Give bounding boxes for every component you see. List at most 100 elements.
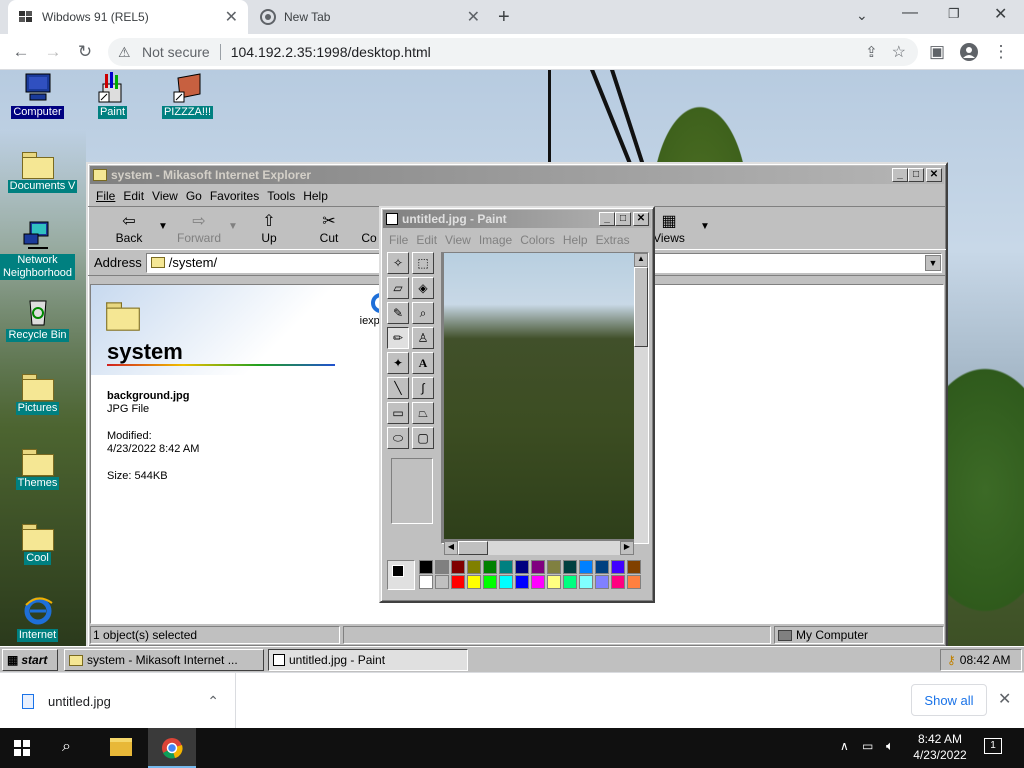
scroll-left-arrow-icon[interactable]: ◀: [444, 541, 458, 555]
cut-button[interactable]: ✂ Cut: [304, 213, 354, 245]
network-icon[interactable]: ▭: [862, 739, 873, 753]
palette-swatch[interactable]: [467, 560, 481, 574]
paint-canvas-image[interactable]: [444, 253, 634, 539]
start-button[interactable]: ▦ start: [2, 649, 58, 671]
views-dropdown-icon[interactable]: ▼: [700, 221, 710, 232]
tab-wibdows[interactable]: Wibdows 91 (REL5) ✕: [8, 0, 248, 34]
volume-icon[interactable]: 🔈︎: [886, 738, 894, 754]
menu-file[interactable]: File: [92, 189, 119, 203]
fill-bucket-icon[interactable]: ◈: [412, 277, 434, 299]
palette-swatch[interactable]: [515, 575, 529, 589]
menu-extras[interactable]: Extras: [592, 233, 634, 247]
chevron-up-icon[interactable]: ⌃: [207, 693, 219, 710]
horizontal-scrollbar[interactable]: ◀ ▶: [444, 541, 634, 555]
forward-button[interactable]: ⇨ Forward: [174, 213, 224, 245]
airbrush-icon[interactable]: ✦: [387, 352, 409, 374]
paint-titlebar[interactable]: untitled.jpg - Paint _ □ ✕: [383, 210, 651, 228]
clock[interactable]: 8:42 AM 4/23/2022: [910, 731, 970, 763]
palette-swatch[interactable]: [515, 560, 529, 574]
taskbar-item-paint[interactable]: untitled.jpg - Paint: [268, 649, 468, 671]
share-icon[interactable]: ⇪: [865, 43, 878, 61]
brush-icon[interactable]: ♙: [412, 327, 434, 349]
palette-swatch[interactable]: [451, 575, 465, 589]
palette-swatch[interactable]: [435, 575, 449, 589]
menu-file[interactable]: File: [385, 233, 412, 247]
menu-view[interactable]: View: [441, 233, 475, 247]
restore-window-icon[interactable]: ❐: [948, 6, 960, 22]
palette-swatch[interactable]: [531, 575, 545, 589]
desktop-icon-pictures[interactable]: Pictures: [0, 370, 75, 415]
palette-swatch[interactable]: [483, 575, 497, 589]
menu-edit[interactable]: Edit: [412, 233, 441, 247]
desktop-icon-documents[interactable]: Documents: [0, 148, 75, 193]
palette-swatch[interactable]: [419, 575, 433, 589]
desktop-icon-network[interactable]: Network Neighborhood: [0, 220, 75, 280]
vertical-scrollbar[interactable]: ▲: [634, 253, 648, 543]
text-tool-icon[interactable]: A: [412, 352, 434, 374]
profile-avatar-icon[interactable]: [956, 40, 982, 64]
minimize-button[interactable]: _: [599, 212, 615, 226]
desktop-icon-computer[interactable]: Computer: [0, 72, 75, 119]
desktop-icon-cool[interactable]: Cool: [0, 520, 75, 565]
windows-start-icon[interactable]: [14, 740, 30, 759]
palette-swatch[interactable]: [595, 575, 609, 589]
desktop-icon-partial[interactable]: V: [66, 180, 86, 193]
curve-tool-icon[interactable]: ∫: [412, 377, 434, 399]
back-button[interactable]: ⇦ Back: [104, 213, 154, 245]
palette-swatch[interactable]: [611, 575, 625, 589]
menu-edit[interactable]: Edit: [119, 189, 148, 203]
palette-swatch[interactable]: [435, 560, 449, 574]
desktop-icon-paint[interactable]: Paint: [75, 72, 150, 119]
menu-help[interactable]: Help: [299, 189, 332, 203]
tab-search-chevron-icon[interactable]: ⌄: [856, 7, 868, 24]
palette-swatch[interactable]: [467, 575, 481, 589]
close-button[interactable]: ✕: [633, 212, 649, 226]
desktop-icon-themes[interactable]: Themes: [0, 445, 75, 490]
palette-swatch[interactable]: [419, 560, 433, 574]
close-button[interactable]: ✕: [926, 168, 942, 182]
desktop-icon-internet[interactable]: Internet: [0, 595, 75, 642]
close-tab-icon[interactable]: ✕: [467, 7, 480, 27]
back-dropdown-icon[interactable]: ▼: [158, 221, 168, 232]
palette-swatch[interactable]: [547, 575, 561, 589]
rounded-rect-tool-icon[interactable]: ▢: [412, 427, 434, 449]
palette-swatch[interactable]: [627, 560, 641, 574]
scroll-right-arrow-icon[interactable]: ▶: [620, 541, 634, 555]
forward-arrow-icon[interactable]: →: [40, 40, 66, 64]
palette-swatch[interactable]: [547, 560, 561, 574]
scroll-up-arrow-icon[interactable]: ▲: [634, 253, 648, 267]
palette-swatch[interactable]: [499, 560, 513, 574]
palette-swatch[interactable]: [627, 575, 641, 589]
palette-swatch[interactable]: [579, 560, 593, 574]
close-window-icon[interactable]: ✕: [994, 4, 1007, 24]
close-download-bar-icon[interactable]: ✕: [998, 689, 1011, 709]
palette-swatch[interactable]: [563, 560, 577, 574]
kebab-menu-icon[interactable]: ⋮: [988, 40, 1014, 64]
rectangle-tool-icon[interactable]: ▭: [387, 402, 409, 424]
tab-new-tab[interactable]: New Tab ✕: [250, 0, 490, 34]
maximize-button[interactable]: □: [615, 212, 631, 226]
menu-go[interactable]: Go: [182, 189, 206, 203]
bookmark-star-icon[interactable]: ☆: [892, 42, 906, 62]
line-tool-icon[interactable]: ╲: [387, 377, 409, 399]
new-tab-plus-icon[interactable]: +: [498, 6, 510, 29]
maximize-button[interactable]: □: [908, 168, 924, 182]
desktop-icon-recycle-bin[interactable]: Recycle Bin: [0, 295, 75, 342]
explorer-titlebar[interactable]: system - Mikasoft Internet Explorer _ □ …: [90, 166, 944, 184]
free-select-icon[interactable]: ✧: [387, 252, 409, 274]
palette-swatch[interactable]: [563, 575, 577, 589]
notifications-icon[interactable]: 1: [984, 738, 1002, 754]
rect-select-icon[interactable]: ⬚: [412, 252, 434, 274]
side-panel-icon[interactable]: ▣: [924, 40, 950, 64]
download-item[interactable]: untitled.jpg ⌃: [0, 673, 236, 729]
menu-help[interactable]: Help: [559, 233, 592, 247]
pencil-icon[interactable]: ✏: [387, 327, 409, 349]
polygon-tool-icon[interactable]: ⏢: [412, 402, 434, 424]
back-arrow-icon[interactable]: ←: [8, 40, 34, 64]
file-explorer-icon[interactable]: [110, 738, 132, 756]
palette-swatch[interactable]: [595, 560, 609, 574]
palette-swatch[interactable]: [579, 575, 593, 589]
minimize-button[interactable]: _: [892, 168, 908, 182]
search-icon[interactable]: ⌕: [62, 738, 71, 756]
color-picker-icon[interactable]: ✎: [387, 302, 409, 324]
